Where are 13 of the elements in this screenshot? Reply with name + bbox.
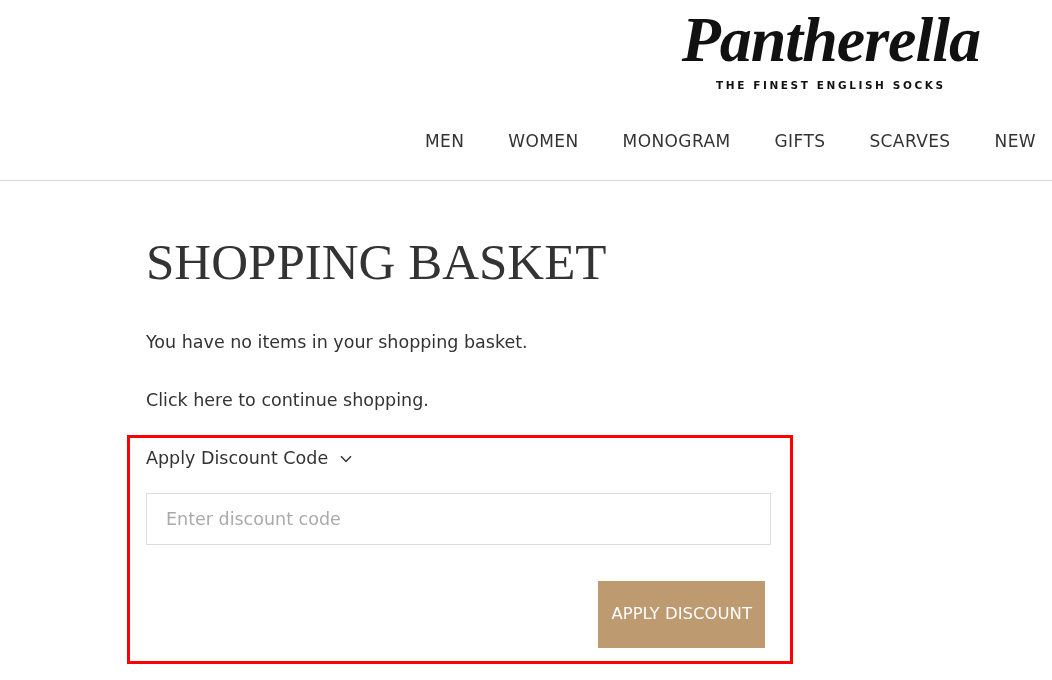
nav-link[interactable]: MONOGRAM (622, 130, 731, 152)
nav-link[interactable]: GIFTS (774, 130, 826, 152)
nav-link[interactable]: NEW (994, 130, 1036, 152)
discount-code-field[interactable]: Enter discount code (146, 493, 771, 545)
nav-link[interactable]: MEN (424, 130, 465, 152)
discount-toggle[interactable]: Apply Discount Code (146, 445, 353, 472)
continue-shopping-text: Click here to continue shopping. (146, 389, 430, 412)
empty-basket-text: You have no items in your shopping basket. (146, 331, 529, 354)
page-title: SHOPPING BASKET (146, 233, 608, 292)
brand-tagline: THE FINEST ENGLISH SOCKS (716, 78, 946, 92)
brand-logo[interactable]: Pantherella (681, 8, 980, 72)
nav-link[interactable]: SCARVES (869, 130, 951, 152)
nav-link[interactable]: WOMEN (508, 130, 579, 152)
